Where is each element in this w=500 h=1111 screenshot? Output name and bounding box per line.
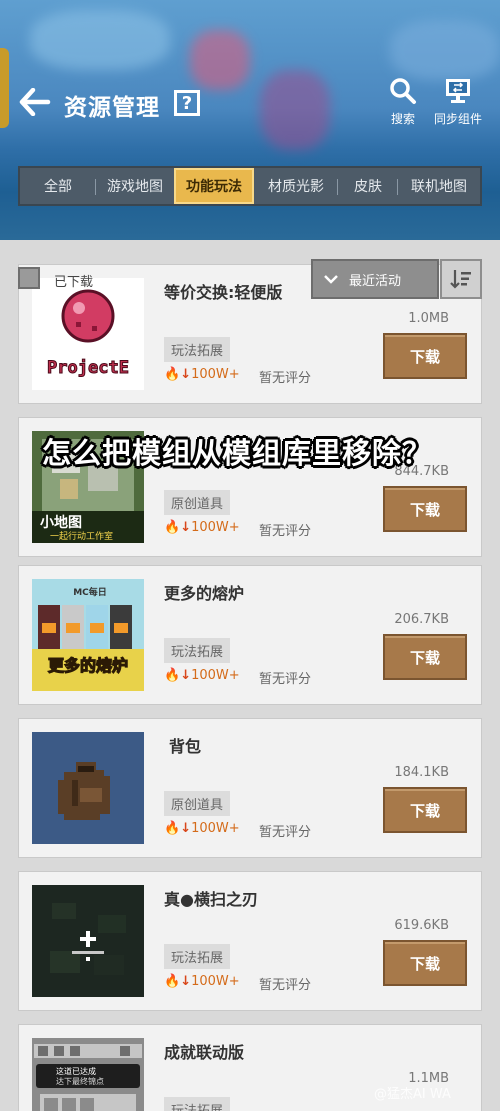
item-name: 真●横扫之刃 (164, 890, 258, 909)
download-button[interactable]: 下载 (383, 486, 467, 532)
rating-text: 暂无评分 (259, 672, 312, 687)
list-item[interactable]: 真●横扫之刃 619.6KB 玩法拓展 🔥 ↓ 100W+ 暂无评分 下载 (18, 871, 482, 1011)
item-name: 等价交换:轻便版 (164, 283, 283, 302)
download-button[interactable]: 下载 (383, 940, 467, 986)
thumbnail-subtitle: 达下最终锦点 (56, 1076, 104, 1086)
sort-order-icon (450, 270, 471, 289)
sort-order-button[interactable] (440, 259, 482, 299)
item-name: 更多的熔炉 (164, 584, 245, 603)
watermark: @猛杰AI WA (374, 1087, 451, 1102)
search-button[interactable]: 搜索 (373, 76, 433, 127)
arrow-down-icon: ↓ (180, 520, 192, 535)
thumbnail-title: 小地图 (40, 514, 82, 531)
downloaded-filter-checkbox[interactable] (18, 267, 40, 289)
thumbnail-logo-text: ProjectE (47, 358, 129, 378)
download-count: 🔥 ↓ 100W+ (164, 520, 240, 535)
search-label: 搜索 (390, 112, 415, 126)
downloaded-filter-label: 已下载 (54, 275, 94, 290)
fire-icon: 🔥 (164, 520, 181, 535)
category-tag: 玩法拓展 (164, 638, 231, 663)
download-count: 🔥 ↓ 100W+ (164, 821, 240, 836)
tab-multiplayer-maps[interactable]: 联机地图 (398, 168, 480, 204)
sweeping-blade-icon (32, 885, 144, 997)
fire-icon: 🔥 (164, 367, 181, 382)
item-name: 背包 (169, 737, 202, 756)
download-button[interactable]: 下载 (383, 787, 467, 833)
thumbnail-title: 这道已达成 (56, 1066, 96, 1076)
item-size: 184.1KB (394, 765, 449, 780)
rating-text: 暂无评分 (259, 978, 312, 993)
back-button[interactable] (18, 85, 52, 119)
arrow-down-icon: ↓ (180, 367, 192, 382)
tab-skins[interactable]: 皮肤 (338, 168, 398, 204)
category-tag: 玩法拓展 (164, 944, 231, 969)
thumbnail-subtitle: 一起行动工作室 (50, 530, 113, 542)
fire-icon: 🔥 (164, 821, 181, 836)
resource-list: ProjectE 等价交换:轻便版 1.0MB 玩法拓展 🔥 ↓ 100W+ 暂无评… (0, 240, 500, 1111)
arrow-down-icon: ↓ (180, 668, 192, 683)
side-tab-strip[interactable] (0, 48, 9, 128)
download-count: 🔥 ↓ 100W+ (164, 974, 240, 989)
category-tag: 玩法拓展 (164, 1097, 231, 1111)
thumbnail-title: 更多的熔炉 (48, 656, 128, 675)
download-count: 🔥 ↓ 100W+ (164, 668, 240, 683)
category-tabs: 全部 游戏地图 功能玩法 材质光影 皮肤 联机地图 (18, 166, 482, 206)
overlay-question-caption: 怎么把模组从模组库里移除？ (42, 436, 433, 470)
download-count: 🔥 ↓ 100W+ (164, 367, 240, 382)
tab-textures-shaders[interactable]: 材质光影 (254, 168, 338, 204)
header-bar: 资源管理 ? 搜索 同步组件 全部 游戏地图 功能玩法 材质光影 皮肤 联机地图 (0, 0, 500, 240)
item-thumbnail: ProjectE (32, 278, 144, 390)
background-blur (190, 30, 250, 90)
rating-text: 暂无评分 (259, 825, 312, 840)
rating-text: 暂无评分 (259, 524, 312, 539)
category-tag: 原创道具 (164, 490, 231, 515)
item-thumbnail (32, 732, 144, 844)
item-thumbnail: 这道已达成 达下最终锦点 (32, 1038, 144, 1111)
tab-game-maps[interactable]: 游戏地图 (96, 168, 174, 204)
background-blur (30, 10, 170, 70)
download-button[interactable]: 下载 (383, 634, 467, 680)
tab-all[interactable]: 全部 (20, 168, 96, 204)
item-size: 1.0MB (408, 311, 449, 326)
thumbnail-subtitle: MC每日 (73, 586, 107, 598)
sync-components-button[interactable]: 同步组件 (428, 76, 488, 127)
fire-icon: 🔥 (164, 974, 181, 989)
chevron-down-icon (313, 274, 349, 284)
item-thumbnail: MC每日 更多的熔炉 (32, 579, 144, 691)
sync-label: 同步组件 (433, 112, 482, 126)
item-name: 成就联动版 (164, 1043, 245, 1062)
category-tag: 玩法拓展 (164, 337, 231, 362)
backpack-icon (32, 732, 144, 844)
sync-monitor-icon (443, 76, 473, 106)
arrow-down-icon: ↓ (180, 821, 192, 836)
background-blur (260, 70, 330, 150)
sort-selected-value: 最近活动 (349, 273, 402, 289)
category-tag: 原创道具 (164, 791, 231, 816)
list-item[interactable]: 背包 184.1KB 原创道具 🔥 ↓ 100W+ 暂无评分 下载 (18, 718, 482, 858)
background-blur (390, 20, 500, 80)
item-size: 619.6KB (394, 918, 449, 933)
rating-text: 暂无评分 (259, 371, 312, 386)
item-thumbnail (32, 885, 144, 997)
search-icon (388, 76, 418, 106)
help-icon[interactable]: ? (174, 90, 200, 116)
page-title: 资源管理 (64, 95, 160, 121)
list-item[interactable]: MC每日 更多的熔炉 更多的熔炉 206.7KB 玩法拓展 🔥 ↓ 100W+ 暂无… (18, 565, 482, 705)
back-arrow-icon (19, 88, 51, 116)
fire-icon: 🔥 (164, 668, 181, 683)
sort-dropdown[interactable]: 最近活动 (311, 259, 439, 299)
download-button[interactable]: 下载 (383, 333, 467, 379)
item-size: 206.7KB (394, 612, 449, 627)
tab-gameplay[interactable]: 功能玩法 (174, 168, 254, 204)
arrow-down-icon: ↓ (180, 974, 192, 989)
